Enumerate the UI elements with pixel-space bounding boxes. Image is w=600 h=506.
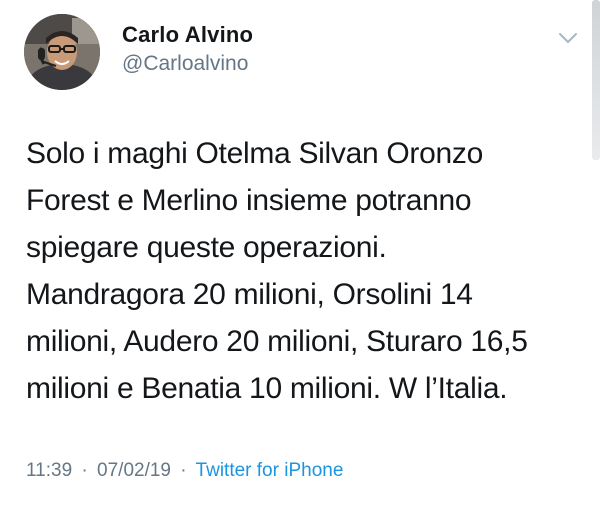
tweet-meta: 11:39 · 07/02/19 · Twitter for iPhone (26, 458, 343, 484)
tweet-text-line: spiegare queste operazioni. (26, 231, 387, 264)
profile-photo-icon (24, 14, 100, 90)
tweet-text-line: Forest e Merlino insieme potranno (26, 184, 472, 217)
meta-separator: · (81, 460, 88, 481)
tweet-text: Solo i maghi Otelma Silvan Oronzo Forest… (26, 130, 586, 412)
tweet: Carlo Alvino @Carloalvino Solo i maghi O… (0, 0, 600, 506)
meta-separator: · (180, 460, 187, 481)
tweet-date[interactable]: 07/02/19 (97, 460, 171, 481)
author-handle[interactable]: @Carloalvino (122, 52, 253, 76)
tweet-text-line: Mandragora 20 milioni, Orsolini 14 (26, 278, 473, 311)
tweet-text-line: Solo i maghi Otelma Silvan Oronzo (26, 137, 483, 170)
tweet-source-link[interactable]: Twitter for iPhone (196, 460, 344, 481)
author-info[interactable]: Carlo Alvino @Carloalvino (122, 22, 253, 76)
scrollbar[interactable] (592, 0, 600, 160)
tweet-text-line: milioni, Audero 20 milioni, Sturaro 16,5 (26, 325, 528, 358)
author-avatar[interactable] (24, 14, 100, 90)
tweet-time[interactable]: 11:39 (26, 460, 72, 481)
chevron-down-icon[interactable] (556, 30, 580, 46)
tweet-text-line: milioni e Benatia 10 milioni. W l’Italia… (26, 372, 508, 405)
author-display-name[interactable]: Carlo Alvino (122, 22, 253, 48)
